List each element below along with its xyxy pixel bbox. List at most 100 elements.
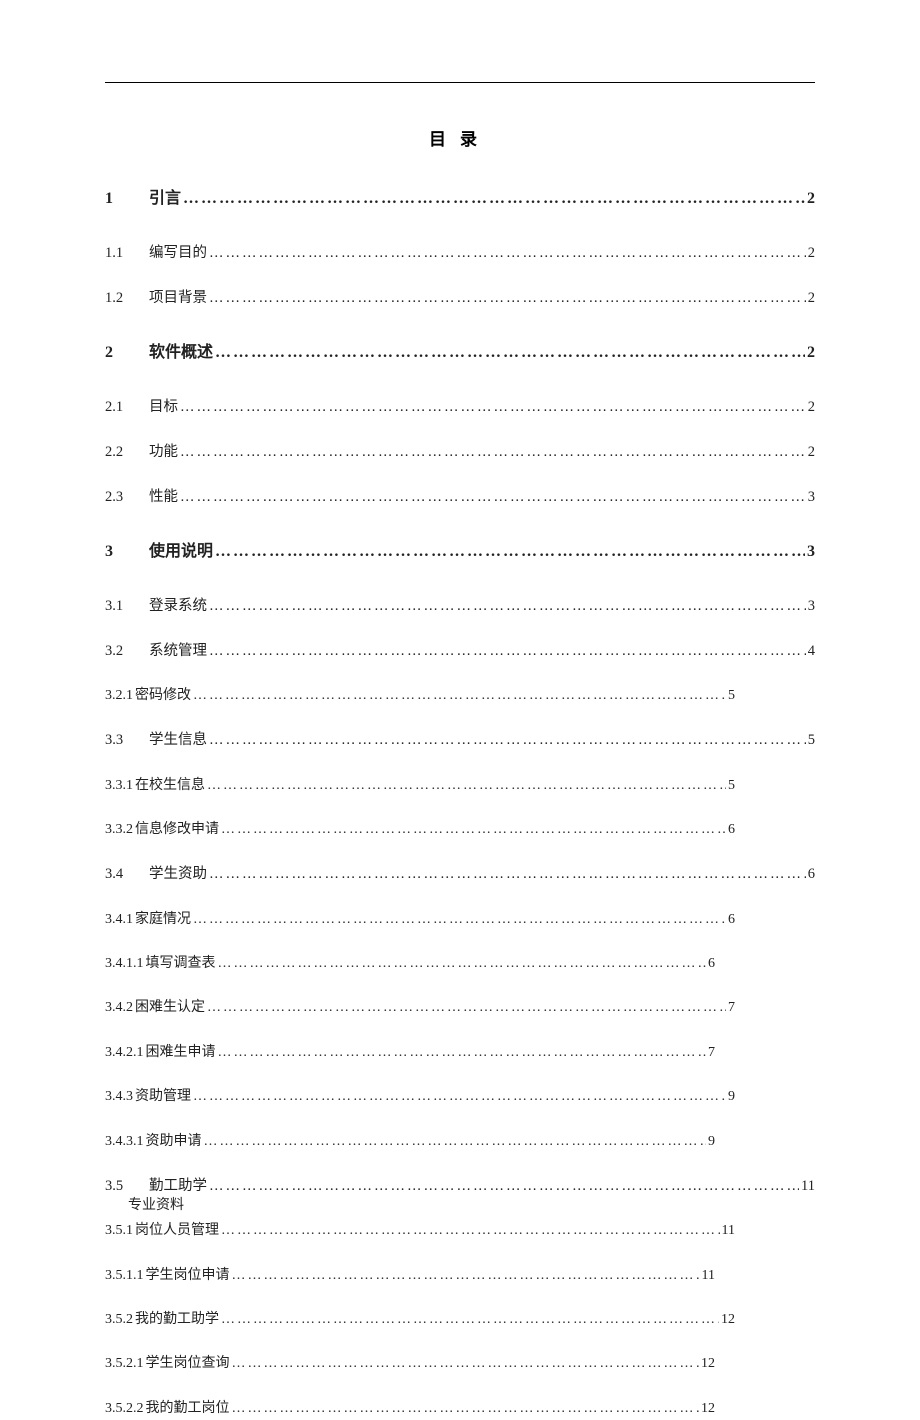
toc-entry-page: 3 [808, 595, 815, 618]
toc-entry: 3.4.3.1资助申请……………………………………………………………………………… [105, 1131, 815, 1153]
toc-entry: 1.1 编写目的………………………………………………………………………………………… [105, 242, 815, 265]
toc-entry: 3.4.2.1困难生申请…………………………………………………………………………… [105, 1042, 815, 1064]
toc-entry-number: 3 [105, 539, 139, 565]
page-body: 目录 1引言…………………………………………………………………………………………… [105, 82, 815, 1262]
toc-entry: 2.3 性能……………………………………………………………………………………………… [105, 486, 815, 509]
toc-entry-number: 3.4.2.1 [105, 1042, 144, 1064]
toc-entry-page: 2 [808, 287, 815, 310]
toc-entry-number: 2.2 [105, 441, 139, 464]
toc-entry-label: 填写调查表 [146, 953, 216, 975]
toc-entry-label: 引言 [149, 186, 181, 212]
toc-entry: 1.2项目背景………………………………………………………………………………………… [105, 287, 815, 310]
toc-entry: 3.3.1在校生信息………………………………………………………………………………… [105, 775, 815, 797]
toc-entry-label: 功能 [149, 441, 178, 464]
toc-entry-label: 项目背景 [149, 287, 207, 310]
toc-entry-label: 编写目的 [149, 242, 207, 265]
toc-entry: 3.4.2困难生认定………………………………………………………………………………… [105, 997, 815, 1019]
toc-entry-page: 2 [808, 242, 815, 265]
toc-entry-page: 12 [701, 1353, 715, 1375]
toc-leader-dots: …………………………………………………………………………………………………………… [193, 685, 726, 707]
toc-leader-dots: …………………………………………………………………………………………………………… [232, 1398, 700, 1420]
toc-entry-number: 1.1 [105, 242, 139, 265]
toc-entry-label: 家庭情况 [135, 909, 191, 931]
toc-leader-dots: …………………………………………………………………………………………………………… [183, 186, 805, 212]
toc-entry: 3.1 登录系统………………………………………………………………………………………… [105, 595, 815, 618]
toc-entry-page: 5 [728, 775, 735, 797]
toc-entry-page: 6 [808, 863, 815, 886]
toc-entry-number: 3.4.1.1 [105, 953, 144, 975]
header-rule [105, 82, 815, 83]
toc-entry-number: 3.1 [105, 595, 139, 618]
toc-entry-number: 3.3.1 [105, 775, 133, 797]
toc-leader-dots: …………………………………………………………………………………………………………… [221, 819, 726, 841]
toc-entry-page: 7 [728, 997, 735, 1019]
toc-entry: 3.5.2我的勤工助学……………………………………………………………………………… [105, 1309, 815, 1331]
toc-leader-dots: …………………………………………………………………………………………………………… [215, 340, 805, 366]
toc-leader-dots: …………………………………………………………………………………………………………… [221, 1220, 720, 1242]
toc-leader-dots: …………………………………………………………………………………………………………… [232, 1265, 700, 1287]
toc-entry-page: 7 [708, 1042, 715, 1064]
toc-entry: 3.3学生信息………………………………………………………………………………………… [105, 729, 815, 752]
toc-entry-label: 资助申请 [146, 1131, 202, 1153]
toc-entry-number: 3.2.1 [105, 685, 133, 707]
toc-entry-page: 11 [801, 1175, 815, 1198]
toc-entry-label: 信息修改申请 [135, 819, 219, 841]
toc-entry-number: 3.5.2 [105, 1309, 133, 1331]
toc-leader-dots: …………………………………………………………………………………………………………… [209, 863, 806, 886]
toc-entry-label: 我的勤工助学 [135, 1309, 219, 1331]
toc-leader-dots: …………………………………………………………………………………………………………… [221, 1309, 719, 1331]
toc-entry-number: 3.3 [105, 729, 139, 752]
toc-entry-page: 6 [728, 909, 735, 931]
toc-entry-page: 3 [808, 486, 815, 509]
toc-entry: 2软件概述……………………………………………………………………………………………… [105, 340, 815, 366]
toc-leader-dots: …………………………………………………………………………………………………………… [180, 486, 806, 509]
toc-entry-number: 3.5.2.2 [105, 1398, 144, 1420]
toc-entry-page: 12 [701, 1398, 715, 1420]
toc-entry-number: 3.2 [105, 640, 139, 663]
toc-entry-number: 1 [105, 186, 139, 212]
toc-entry-number: 2.3 [105, 486, 139, 509]
toc-entry-label: 性能 [149, 486, 178, 509]
toc-entry-number: 3.4.3 [105, 1086, 133, 1108]
toc-leader-dots: …………………………………………………………………………………………………………… [209, 729, 806, 752]
toc-entry-label: 目标 [149, 396, 178, 419]
toc-leader-dots: …………………………………………………………………………………………………………… [204, 1131, 707, 1153]
toc-title: 目录 [105, 125, 815, 150]
toc-entry: 3.4.1家庭情况…………………………………………………………………………………… [105, 909, 815, 931]
toc-entry-page: 5 [808, 729, 815, 752]
toc-leader-dots: …………………………………………………………………………………………………………… [207, 997, 726, 1019]
toc-entry-label: 登录系统 [149, 595, 207, 618]
toc-entry-page: 12 [721, 1309, 735, 1331]
toc-leader-dots: …………………………………………………………………………………………………………… [209, 242, 806, 265]
toc-entry: 3.5.2.1学生岗位查询………………………………………………………………………… [105, 1353, 815, 1375]
toc-leader-dots: …………………………………………………………………………………………………………… [215, 539, 805, 565]
toc-entry: 2.2 功能……………………………………………………………………………………………… [105, 441, 815, 464]
toc-entry: 3.2.1密码修改…………………………………………………………………………………… [105, 685, 815, 707]
toc-entry-page: 6 [708, 953, 715, 975]
toc-leader-dots: …………………………………………………………………………………………………………… [209, 1175, 799, 1198]
toc-entry-page: 6 [728, 819, 735, 841]
toc-entry-page: 2 [808, 396, 815, 419]
toc-entry-number: 3.3.2 [105, 819, 133, 841]
toc-leader-dots: …………………………………………………………………………………………………………… [209, 595, 806, 618]
toc-entry-label: 密码修改 [135, 685, 191, 707]
toc-entry-number: 3.5.1.1 [105, 1265, 144, 1287]
toc-entry: 2.1目标……………………………………………………………………………………………… [105, 396, 815, 419]
toc-leader-dots: …………………………………………………………………………………………………………… [218, 1042, 707, 1064]
toc-leader-dots: …………………………………………………………………………………………………………… [207, 775, 726, 797]
toc-leader-dots: …………………………………………………………………………………………………………… [180, 441, 806, 464]
toc-entry: 3.5.2.2我的勤工岗位………………………………………………………………………… [105, 1398, 815, 1420]
toc-entry-page: 3 [807, 539, 815, 565]
toc-leader-dots: …………………………………………………………………………………………………………… [218, 953, 707, 975]
toc-entry-page: 2 [808, 441, 815, 464]
toc-entry-label: 资助管理 [135, 1086, 191, 1108]
toc-entry-page: 11 [702, 1265, 715, 1287]
toc-entry-page: 2 [807, 186, 815, 212]
toc-leader-dots: …………………………………………………………………………………………………………… [193, 1086, 726, 1108]
toc-entry-number: 3.4.3.1 [105, 1131, 144, 1153]
toc-leader-dots: …………………………………………………………………………………………………………… [232, 1353, 700, 1375]
toc-entry: 3.2系统管理………………………………………………………………………………………… [105, 640, 815, 663]
toc-entry-label: 我的勤工岗位 [146, 1398, 230, 1420]
toc-entry-number: 3.5.2.1 [105, 1353, 144, 1375]
toc-entry-page: 5 [728, 685, 735, 707]
